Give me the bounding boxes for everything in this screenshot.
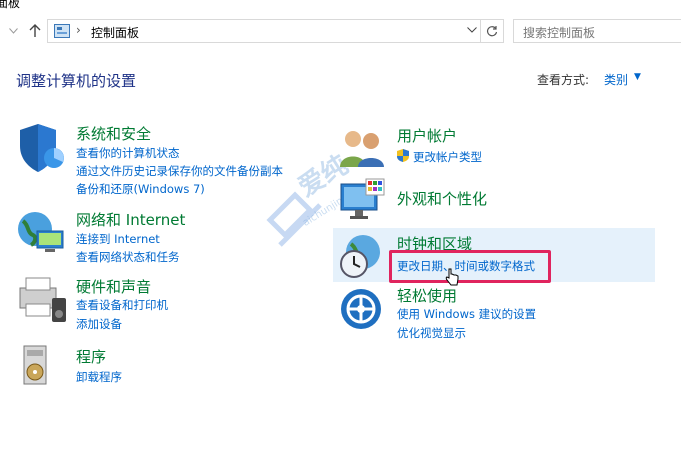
category-hardware-sound[interactable]: 硬件和声音: [76, 276, 151, 297]
link-file-history[interactable]: 通过文件历史记录保存你的文件备份副本: [76, 163, 283, 179]
link-backup-restore[interactable]: 备份和还原(Windows 7): [76, 181, 205, 197]
up-button[interactable]: [27, 23, 43, 39]
link-windows-suggested-settings[interactable]: 使用 Windows 建议的设置: [397, 306, 536, 322]
refresh-button[interactable]: [480, 20, 503, 42]
link-connect-internet[interactable]: 连接到 Internet: [76, 231, 160, 247]
category-ease-of-access[interactable]: 轻松使用: [397, 285, 457, 306]
ease-of-access-icon: [341, 289, 381, 329]
link-network-status[interactable]: 查看网络状态和任务: [76, 249, 180, 265]
link-uninstall-program[interactable]: 卸载程序: [76, 369, 122, 385]
link-optimize-visual-display[interactable]: 优化视觉显示: [397, 325, 466, 341]
category-appearance[interactable]: 外观和个性化: [397, 188, 487, 209]
chevron-down-icon: [8, 28, 18, 34]
refresh-icon: [486, 26, 498, 37]
shield-icon: [20, 124, 64, 172]
uac-shield-icon: [397, 149, 409, 162]
breadcrumb-separator: ›: [76, 23, 81, 37]
link-view-computer-status[interactable]: 查看你的计算机状态: [76, 145, 180, 161]
chevron-down-icon: [467, 27, 477, 33]
annotation-highlight-box: [389, 250, 551, 283]
search-box[interactable]: 搜索控制面板: [513, 19, 681, 43]
category-system-security[interactable]: 系统和安全: [76, 123, 151, 144]
control-panel-icon: [54, 24, 70, 38]
network-globe-icon: [18, 212, 64, 252]
clock-globe-icon: [340, 235, 380, 278]
breadcrumb-control-panel[interactable]: 控制面板: [91, 24, 139, 41]
search-placeholder[interactable]: 搜索控制面板: [523, 24, 595, 41]
link-change-account-type[interactable]: 更改帐户类型: [413, 149, 482, 165]
window-title: 面板: [0, 0, 21, 10]
page-title: 调整计算机的设置: [16, 72, 137, 90]
hand-cursor-icon: [445, 268, 459, 286]
programs-icon: [23, 345, 47, 385]
recent-locations-button[interactable]: [5, 23, 21, 39]
address-dropdown-button[interactable]: [467, 23, 477, 36]
link-devices-printers[interactable]: 查看设备和打印机: [76, 297, 168, 313]
user-accounts-icon: [340, 131, 384, 167]
address-bar[interactable]: › 控制面板: [47, 19, 504, 43]
category-user-accounts[interactable]: 用户帐户: [397, 125, 457, 146]
printer-speaker-icon: [19, 277, 66, 322]
up-arrow-icon: [29, 24, 41, 37]
appearance-monitor-icon: [340, 178, 385, 219]
view-by-dropdown[interactable]: 类别: [604, 71, 628, 88]
category-programs[interactable]: 程序: [76, 346, 106, 367]
category-network-internet[interactable]: 网络和 Internet: [76, 209, 185, 230]
link-add-device[interactable]: 添加设备: [76, 316, 122, 332]
view-by-caret-icon[interactable]: ▼: [634, 72, 641, 82]
view-by-label: 查看方式:: [537, 73, 590, 87]
